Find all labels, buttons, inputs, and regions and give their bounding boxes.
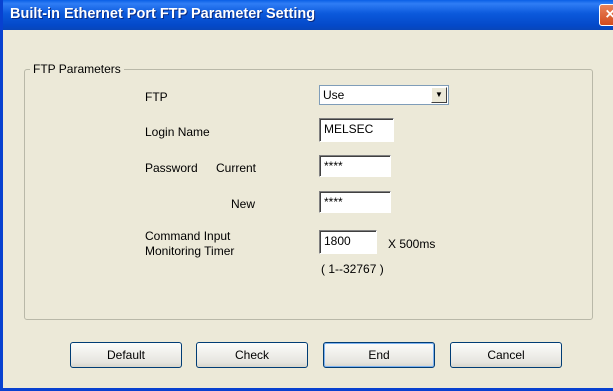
- title-bar: Built-in Ethernet Port FTP Parameter Set…: [3, 0, 613, 30]
- end-button[interactable]: End: [323, 342, 435, 368]
- chevron-down-icon[interactable]: ▼: [431, 87, 447, 103]
- close-button[interactable]: ×: [599, 4, 613, 26]
- password-current-label: Current: [216, 161, 257, 175]
- login-name-label: Login Name: [145, 125, 210, 139]
- window-title: Built-in Ethernet Port FTP Parameter Set…: [10, 6, 316, 22]
- login-name-field[interactable]: MELSEC: [319, 118, 394, 142]
- ftp-select-value: Use: [323, 88, 345, 102]
- ftp-select[interactable]: Use ▼: [319, 85, 449, 105]
- group-legend: FTP Parameters: [30, 62, 124, 76]
- timer-field[interactable]: 1800: [319, 230, 377, 254]
- cancel-button[interactable]: Cancel: [450, 342, 562, 368]
- password-new-field[interactable]: ****: [319, 191, 391, 213]
- password-label: Password: [145, 161, 198, 175]
- timer-label-line1: Command Input: [145, 229, 231, 243]
- ftp-parameters-group: [24, 69, 593, 320]
- timer-range: ( 1--32767 ): [321, 262, 384, 276]
- ftp-label: FTP: [145, 90, 168, 104]
- close-icon: ×: [605, 6, 613, 23]
- default-button[interactable]: Default: [70, 342, 182, 368]
- timer-unit: X 500ms: [388, 237, 436, 251]
- check-button[interactable]: Check: [196, 342, 308, 368]
- password-current-field[interactable]: ****: [319, 155, 391, 177]
- dialog-window: Built-in Ethernet Port FTP Parameter Set…: [0, 0, 613, 391]
- timer-label-line2: Monitoring Timer: [145, 244, 235, 258]
- password-new-label: New: [231, 197, 256, 211]
